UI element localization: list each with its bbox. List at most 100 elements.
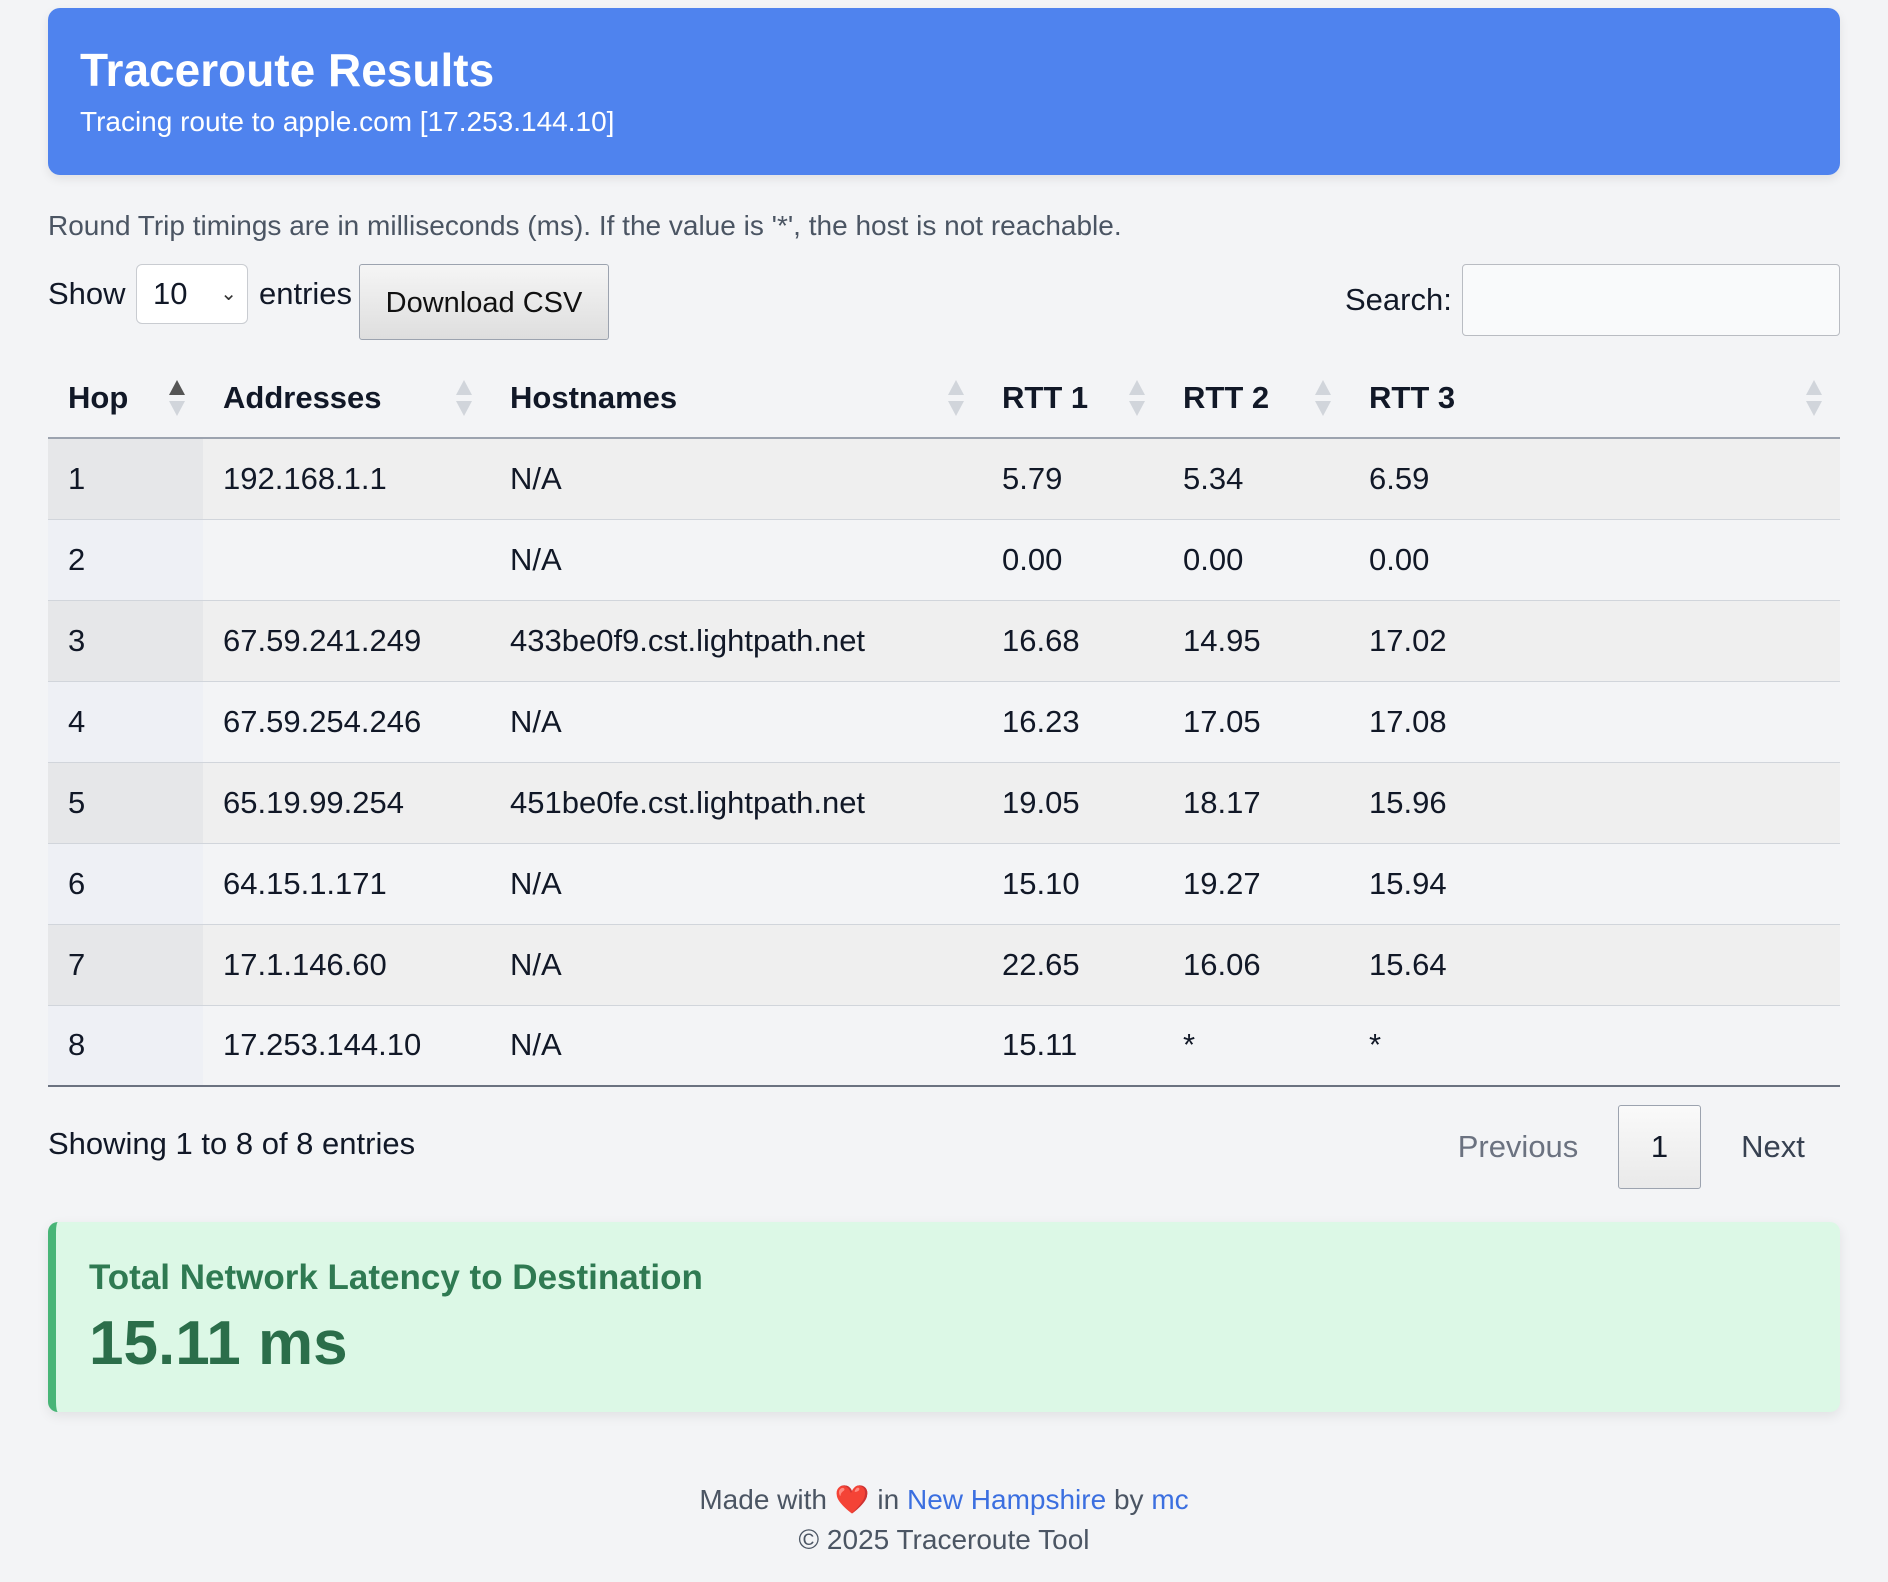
- hostname-cell: 451be0fe.cst.lightpath.net: [490, 762, 982, 844]
- heart-icon: ❤️: [834, 1484, 870, 1515]
- rtt3-cell: 0.00: [1349, 519, 1840, 601]
- table-info: Showing 1 to 8 of 8 entries: [48, 1126, 416, 1161]
- address-cell: 17.253.144.10: [203, 1005, 490, 1087]
- table-controls: Show 10 ⌄ entries Download CSV Search:: [48, 264, 1840, 342]
- rtt3-cell: 15.94: [1349, 843, 1840, 925]
- previous-button[interactable]: Previous: [1428, 1105, 1608, 1189]
- rtt2-cell: *: [1163, 1005, 1349, 1087]
- hostname-cell: 433be0f9.cst.lightpath.net: [490, 600, 982, 682]
- column-header-rtt2[interactable]: RTT 2: [1163, 358, 1349, 439]
- hop-cell: 8: [48, 1005, 203, 1087]
- rtt2-cell: 14.95: [1163, 600, 1349, 682]
- rtt2-cell: 17.05: [1163, 681, 1349, 763]
- page-size-value: 10: [153, 276, 188, 311]
- sort-icon: [456, 379, 472, 416]
- location-link[interactable]: New Hampshire: [907, 1484, 1106, 1515]
- rtt3-cell: 6.59: [1349, 438, 1840, 520]
- hop-cell: 5: [48, 762, 203, 844]
- rtt1-cell: 15.11: [982, 1005, 1163, 1087]
- rtt3-cell: *: [1349, 1005, 1840, 1087]
- rtt1-cell: 16.23: [982, 681, 1163, 763]
- table-row: 4 67.59.254.246 N/A 16.23 17.05 17.08: [48, 681, 1840, 763]
- table-row: 3 67.59.241.249 433be0f9.cst.lightpath.net…: [48, 600, 1840, 682]
- footer-credit: Made with ❤️ in New Hampshire by mc: [0, 1480, 1888, 1520]
- address-cell: 64.15.1.171: [203, 843, 490, 925]
- address-cell: 65.19.99.254: [203, 762, 490, 844]
- hop-cell: 6: [48, 843, 203, 925]
- rtt-note: Round Trip timings are in milliseconds (…: [48, 210, 1122, 241]
- entries-label: entries: [259, 276, 353, 311]
- table-row: 8 17.253.144.10 N/A 15.11 * *: [48, 1005, 1840, 1087]
- footer-copyright: © 2025 Traceroute Tool: [798, 1524, 1090, 1555]
- column-header-rtt1[interactable]: RTT 1: [982, 358, 1163, 439]
- footer-in: in: [877, 1484, 900, 1515]
- rtt1-cell: 16.68: [982, 600, 1163, 682]
- footer-by: by: [1113, 1484, 1144, 1515]
- page-subtitle: Tracing route to apple.com [17.253.144.1…: [80, 105, 615, 137]
- address-cell: [203, 519, 490, 601]
- hop-cell: 2: [48, 519, 203, 601]
- rtt1-cell: 15.10: [982, 843, 1163, 925]
- table-row: 1 192.168.1.1 N/A 5.79 5.34 6.59: [48, 438, 1840, 520]
- sort-icon: [1806, 379, 1822, 416]
- author-link[interactable]: mc: [1151, 1484, 1188, 1515]
- rtt3-cell: 17.02: [1349, 600, 1840, 682]
- hostname-cell: N/A: [490, 1005, 982, 1087]
- column-header-rtt3[interactable]: RTT 3: [1349, 358, 1840, 439]
- rtt1-cell: 5.79: [982, 438, 1163, 520]
- table-row: 7 17.1.146.60 N/A 22.65 16.06 15.64: [48, 924, 1840, 1006]
- table-row: 2 N/A 0.00 0.00 0.00: [48, 519, 1840, 601]
- latency-title: Total Network Latency to Destination: [89, 1258, 703, 1297]
- latency-value: 15.11 ms: [89, 1309, 348, 1378]
- page-title: Traceroute Results: [80, 44, 495, 96]
- rtt2-cell: 5.34: [1163, 438, 1349, 520]
- sort-icon: [1129, 379, 1145, 416]
- download-csv-button[interactable]: Download CSV: [359, 264, 609, 340]
- latency-card: Total Network Latency to Destination 15.…: [48, 1222, 1840, 1412]
- footer: Made with ❤️ in New Hampshire by mc © 20…: [0, 1480, 1888, 1560]
- page-size-select[interactable]: 10 ⌄: [136, 264, 248, 324]
- rtt2-cell: 16.06: [1163, 924, 1349, 1006]
- rtt1-cell: 0.00: [982, 519, 1163, 601]
- rtt2-cell: 19.27: [1163, 843, 1349, 925]
- address-cell: 67.59.254.246: [203, 681, 490, 763]
- rtt3-cell: 15.96: [1349, 762, 1840, 844]
- rtt2-cell: 18.17: [1163, 762, 1349, 844]
- hop-cell: 7: [48, 924, 203, 1006]
- hop-cell: 4: [48, 681, 203, 763]
- rtt1-cell: 22.65: [982, 924, 1163, 1006]
- hostname-cell: N/A: [490, 843, 982, 925]
- hostname-cell: N/A: [490, 681, 982, 763]
- page: Traceroute Results Tracing route to appl…: [0, 0, 1888, 1582]
- results-header: Traceroute Results Tracing route to appl…: [48, 8, 1840, 175]
- table-header-row: Hop Addresses Hostnames RTT 1 RTT 2 RTT …: [48, 358, 1840, 439]
- sort-icon: [1315, 379, 1331, 416]
- traceroute-table: Hop Addresses Hostnames RTT 1 RTT 2 RTT …: [48, 358, 1840, 1087]
- page-1-button[interactable]: 1: [1618, 1105, 1701, 1189]
- sort-ascending-icon: [169, 379, 185, 416]
- address-cell: 17.1.146.60: [203, 924, 490, 1006]
- next-button[interactable]: Next: [1713, 1105, 1833, 1189]
- footer-made-with: Made with: [699, 1484, 827, 1515]
- column-header-addresses[interactable]: Addresses: [203, 358, 490, 439]
- hostname-cell: N/A: [490, 924, 982, 1006]
- sort-icon: [948, 379, 964, 416]
- table-row: 6 64.15.1.171 N/A 15.10 19.27 15.94: [48, 843, 1840, 925]
- rtt3-cell: 17.08: [1349, 681, 1840, 763]
- address-cell: 192.168.1.1: [203, 438, 490, 520]
- search-label: Search:: [1345, 282, 1452, 317]
- column-header-hop[interactable]: Hop: [48, 358, 203, 439]
- hop-cell: 1: [48, 438, 203, 520]
- hostname-cell: N/A: [490, 438, 982, 520]
- column-header-hostnames[interactable]: Hostnames: [490, 358, 982, 439]
- rtt3-cell: 15.64: [1349, 924, 1840, 1006]
- hostname-cell: N/A: [490, 519, 982, 601]
- address-cell: 67.59.241.249: [203, 600, 490, 682]
- rtt2-cell: 0.00: [1163, 519, 1349, 601]
- chevron-down-icon: ⌄: [220, 283, 237, 305]
- table-row: 5 65.19.99.254 451be0fe.cst.lightpath.net 1…: [48, 762, 1840, 844]
- search-input[interactable]: [1462, 264, 1840, 336]
- show-label: Show: [48, 276, 126, 311]
- hop-cell: 3: [48, 600, 203, 682]
- rtt1-cell: 19.05: [982, 762, 1163, 844]
